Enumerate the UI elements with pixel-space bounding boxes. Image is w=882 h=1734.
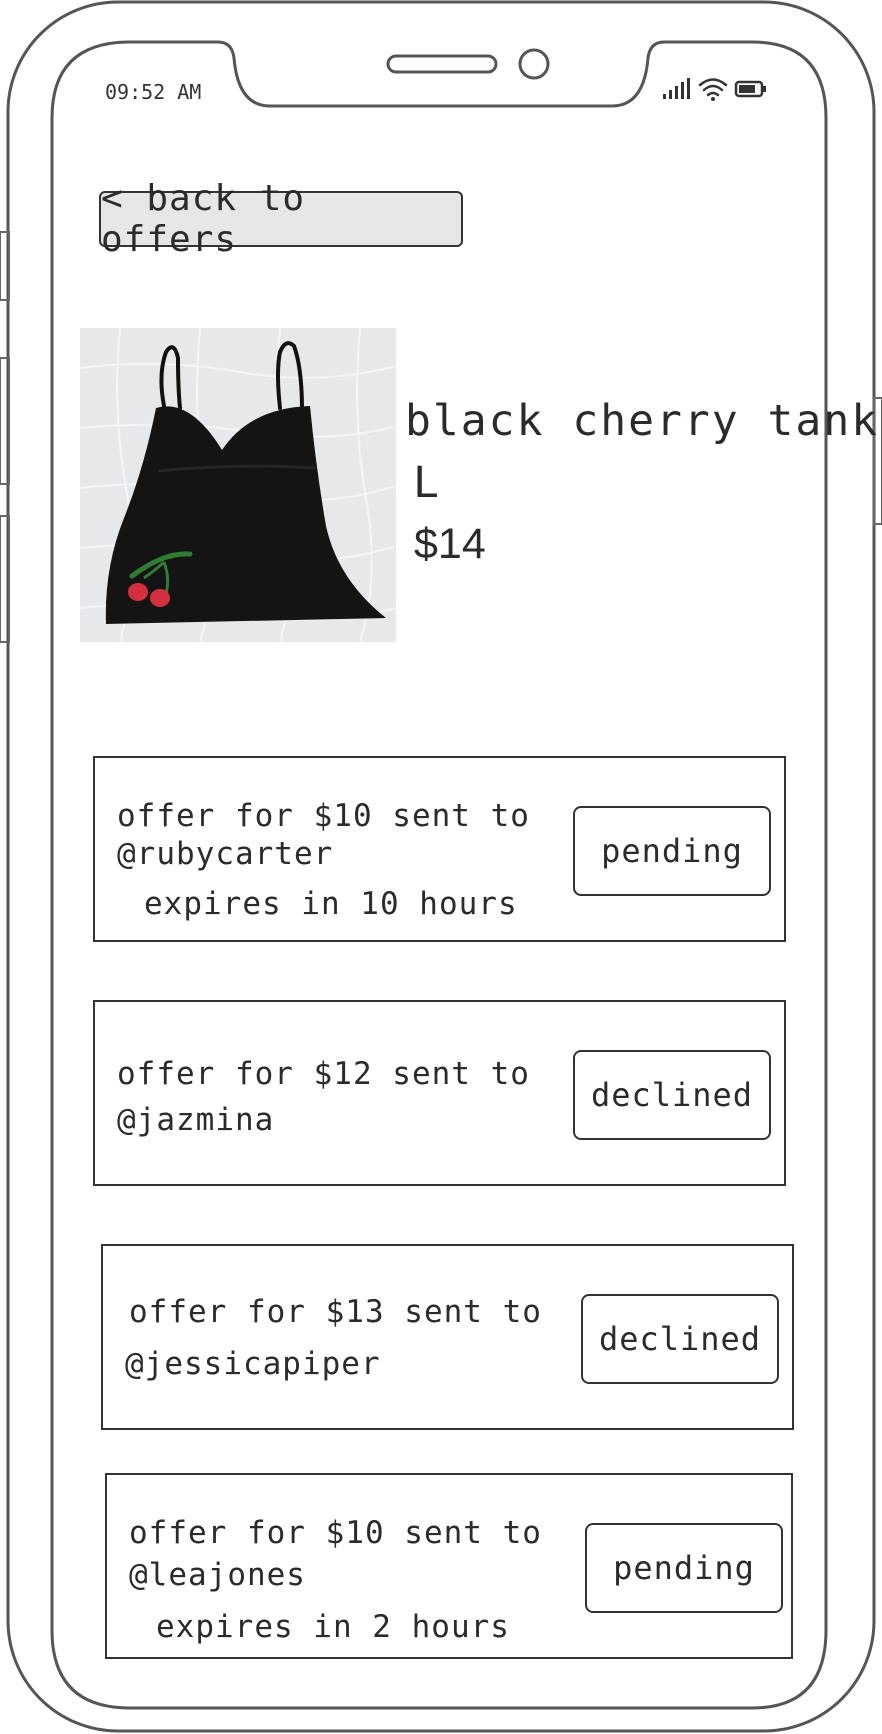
offer-status-button[interactable]: pending xyxy=(585,1523,783,1613)
offer-card: offer for $10 sent to @leajones expires … xyxy=(105,1473,793,1659)
offer-status-button[interactable]: declined xyxy=(581,1294,779,1384)
status-time: 09:52 AM xyxy=(105,80,202,104)
offer-card: offer for $12 sent to @jazmina declined xyxy=(93,1000,786,1186)
offer-expiry: expires in 10 hours xyxy=(144,886,518,922)
offer-status-button[interactable]: declined xyxy=(573,1050,771,1140)
wifi-icon xyxy=(698,78,728,97)
battery-icon xyxy=(734,80,766,98)
offer-text: offer for $10 sent to xyxy=(129,1515,542,1551)
status-icons xyxy=(663,78,766,101)
product-size: L xyxy=(413,458,439,508)
offer-text: offer for $13 sent to xyxy=(129,1294,542,1330)
offer-text: offer for $12 sent to xyxy=(117,1056,530,1092)
offer-recipient: @rubycarter xyxy=(117,836,334,872)
offer-card: offer for $10 sent to @rubycarter expire… xyxy=(93,756,786,942)
signal-icon xyxy=(663,78,690,99)
offer-recipient: @leajones xyxy=(129,1557,306,1593)
offer-status-button[interactable]: pending xyxy=(573,806,771,896)
back-to-offers-button[interactable]: < back to offers xyxy=(99,178,463,260)
offer-recipient: @jessicapiper xyxy=(125,1346,381,1382)
offer-card: offer for $13 sent to @jessicapiper decl… xyxy=(101,1244,794,1430)
offer-expiry: expires in 2 hours xyxy=(156,1609,510,1645)
offer-recipient: @jazmina xyxy=(117,1102,275,1138)
offer-text: offer for $10 sent to xyxy=(117,798,530,834)
product-image[interactable] xyxy=(80,328,396,642)
product-title: black cherry tank xyxy=(405,396,880,446)
product-price: $14 xyxy=(414,520,486,568)
